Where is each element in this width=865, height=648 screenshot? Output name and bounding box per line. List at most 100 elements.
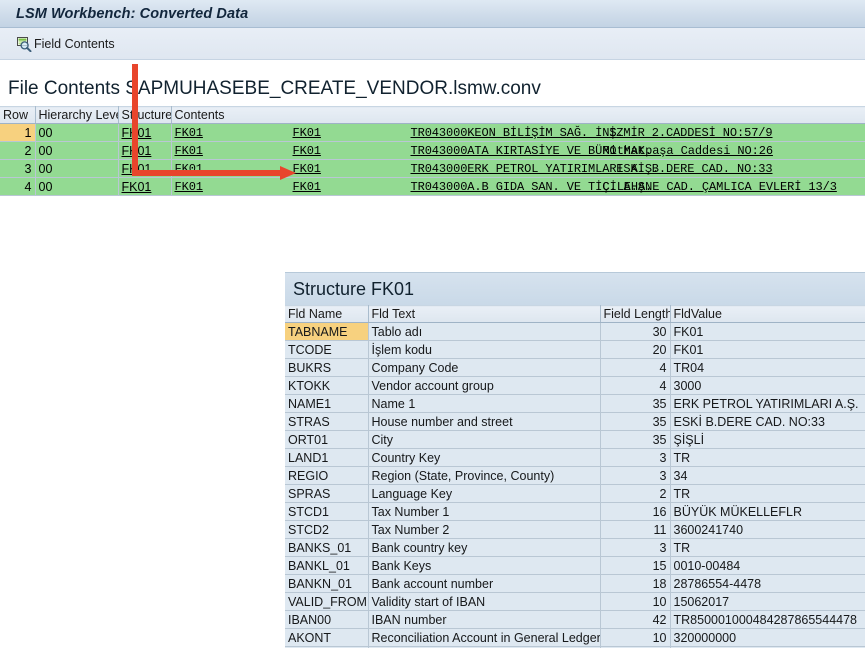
cell-fld-name[interactable]: BANKL_01 xyxy=(285,556,369,575)
table-row[interactable]: BANKS_01 Bank country key 3 TR xyxy=(285,538,865,557)
cell-fld-value[interactable]: 3000 xyxy=(670,376,865,395)
table-row[interactable]: LAND1 Country Key 3 TR xyxy=(285,448,865,467)
cell-fld-value[interactable]: 34 xyxy=(670,466,865,485)
table-row[interactable]: KTOKK Vendor account group 4 3000 xyxy=(285,376,865,395)
cell-field-length[interactable]: 4 xyxy=(600,376,671,395)
cell-fld-value[interactable]: TR xyxy=(670,448,865,467)
table-row[interactable]: VALID_FROM Validity start of IBAN 10 150… xyxy=(285,592,865,611)
cell-fld-name[interactable]: BANKS_01 xyxy=(285,538,369,557)
cell-field-length[interactable]: 35 xyxy=(600,394,671,413)
column-header-fld-text[interactable]: Fld Text xyxy=(368,305,601,323)
cell-fld-name[interactable]: ORT01 xyxy=(285,430,369,449)
column-header-contents[interactable]: Contents xyxy=(171,106,865,124)
cell-contents[interactable]: FK01 FK01 TR043000ATA KIRTASİYE VE BÜRO MA… xyxy=(171,141,865,160)
table-row[interactable]: 1 00 FK01 FK01 FK01 TR043000KEON BİLİŞİM S… xyxy=(0,123,865,142)
column-header-hierarchy-level[interactable]: Hierarchy Level xyxy=(35,106,119,124)
table-row[interactable]: 3 00 FK01 FK01 FK01 TR043000ERK PETROL YAT… xyxy=(0,159,865,178)
table-row[interactable]: STRAS House number and street 35 ESKİ B.… xyxy=(285,412,865,431)
table-row[interactable]: STCD2 Tax Number 2 11 3600241740 xyxy=(285,520,865,539)
cell-fld-name[interactable]: TCODE xyxy=(285,340,369,359)
cell-fld-text[interactable]: Reconciliation Account in General Ledger xyxy=(368,628,601,647)
cell-fld-name[interactable]: STCD1 xyxy=(285,502,369,521)
table-row[interactable]: BANKL_01 Bank Keys 15 0010-00484 xyxy=(285,556,865,575)
cell-fld-name[interactable]: STCD2 xyxy=(285,520,369,539)
cell-fld-value[interactable]: 28786554-4478 xyxy=(670,574,865,593)
table-row[interactable]: BUKRS Company Code 4 TR04 xyxy=(285,358,865,377)
cell-fld-name[interactable]: VALID_FROM xyxy=(285,592,369,611)
cell-fld-name[interactable]: KTOKK xyxy=(285,376,369,395)
cell-contents[interactable]: FK01 FK01 TR043000ERK PETROL YATIRIMLARI A… xyxy=(171,159,865,178)
cell-fld-text[interactable]: Bank Keys xyxy=(368,556,601,575)
cell-fld-text[interactable]: House number and street xyxy=(368,412,601,431)
cell-fld-text[interactable]: IBAN number xyxy=(368,610,601,629)
cell-fld-value[interactable]: 3600241740 xyxy=(670,520,865,539)
cell-fld-name[interactable]: LAND1 xyxy=(285,448,369,467)
cell-field-length[interactable]: 35 xyxy=(600,412,671,431)
cell-fld-text[interactable]: Validity start of IBAN xyxy=(368,592,601,611)
cell-field-length[interactable]: 11 xyxy=(600,520,671,539)
cell-field-length[interactable]: 18 xyxy=(600,574,671,593)
column-header-fld-value[interactable]: FldValue xyxy=(670,305,865,323)
cell-field-length[interactable]: 10 xyxy=(600,592,671,611)
cell-row-number[interactable]: 3 xyxy=(0,159,36,178)
table-row[interactable]: REGIO Region (State, Province, County) 3… xyxy=(285,466,865,485)
cell-structure[interactable]: FK01 xyxy=(118,159,172,178)
cell-fld-value[interactable]: BÜYÜK MÜKELLEFLR xyxy=(670,502,865,521)
cell-fld-text[interactable]: Language Key xyxy=(368,484,601,503)
cell-field-length[interactable]: 10 xyxy=(600,628,671,647)
cell-hierarchy-level[interactable]: 00 xyxy=(35,141,119,160)
table-row[interactable]: IBAN00 IBAN number 42 TR8500010004842878… xyxy=(285,610,865,629)
cell-fld-text[interactable]: Tax Number 2 xyxy=(368,520,601,539)
cell-fld-name[interactable]: REGIO xyxy=(285,466,369,485)
cell-row-number[interactable]: 1 xyxy=(0,123,36,142)
cell-fld-value[interactable]: TR04 xyxy=(670,358,865,377)
cell-field-length[interactable]: 3 xyxy=(600,538,671,557)
cell-field-length[interactable]: 15 xyxy=(600,556,671,575)
cell-fld-name[interactable]: STRAS xyxy=(285,412,369,431)
column-header-fld-name[interactable]: Fld Name xyxy=(285,305,369,323)
cell-row-number[interactable]: 2 xyxy=(0,141,36,160)
cell-fld-text[interactable]: Company Code xyxy=(368,358,601,377)
cell-fld-text[interactable]: City xyxy=(368,430,601,449)
cell-fld-name[interactable]: SPRAS xyxy=(285,484,369,503)
cell-fld-value[interactable]: 15062017 xyxy=(670,592,865,611)
cell-fld-name[interactable]: NAME1 xyxy=(285,394,369,413)
cell-fld-name[interactable]: BANKN_01 xyxy=(285,574,369,593)
column-header-row[interactable]: Row xyxy=(0,106,36,124)
cell-structure[interactable]: FK01 xyxy=(118,123,172,142)
cell-fld-text[interactable]: İşlem kodu xyxy=(368,340,601,359)
cell-fld-text[interactable]: Name 1 xyxy=(368,394,601,413)
cell-field-length[interactable]: 42 xyxy=(600,610,671,629)
cell-fld-value[interactable]: TR850001000484287865544478 xyxy=(670,610,865,629)
table-row[interactable]: BANKN_01 Bank account number 18 28786554… xyxy=(285,574,865,593)
cell-fld-name[interactable]: IBAN00 xyxy=(285,610,369,629)
cell-field-length[interactable]: 35 xyxy=(600,430,671,449)
cell-fld-value[interactable]: ESKİ B.DERE CAD. NO:33 xyxy=(670,412,865,431)
cell-structure[interactable]: FK01 xyxy=(118,141,172,160)
table-row[interactable]: STCD1 Tax Number 1 16 BÜYÜK MÜKELLEFLR xyxy=(285,502,865,521)
cell-fld-text[interactable]: Vendor account group xyxy=(368,376,601,395)
cell-field-length[interactable]: 2 xyxy=(600,484,671,503)
table-row[interactable]: TCODE İşlem kodu 20 FK01 xyxy=(285,340,865,359)
cell-fld-value[interactable]: ŞİŞLİ xyxy=(670,430,865,449)
cell-fld-value[interactable]: FK01 xyxy=(670,340,865,359)
cell-fld-value[interactable]: FK01 xyxy=(670,322,865,341)
table-row[interactable]: SPRAS Language Key 2 TR xyxy=(285,484,865,503)
cell-fld-name[interactable]: TABNAME xyxy=(285,322,369,341)
table-row[interactable]: TABNAME Tablo adı 30 FK01 xyxy=(285,322,865,341)
cell-field-length[interactable]: 30 xyxy=(600,322,671,341)
cell-fld-value[interactable]: 320000000 xyxy=(670,628,865,647)
cell-structure[interactable]: FK01 xyxy=(118,177,172,196)
table-row[interactable]: 4 00 FK01 FK01 FK01 TR043000A.B GIDA SAN. … xyxy=(0,177,865,196)
cell-field-length[interactable]: 16 xyxy=(600,502,671,521)
cell-fld-value[interactable]: 0010-00484 xyxy=(670,556,865,575)
cell-hierarchy-level[interactable]: 00 xyxy=(35,159,119,178)
table-row[interactable]: AKONT Reconciliation Account in General … xyxy=(285,628,865,647)
table-row[interactable]: NAME1 Name 1 35 ERK PETROL YATIRIMLARI A… xyxy=(285,394,865,413)
cell-fld-name[interactable]: AKONT xyxy=(285,628,369,647)
cell-field-length[interactable]: 3 xyxy=(600,448,671,467)
cell-fld-text[interactable]: Country Key xyxy=(368,448,601,467)
field-contents-button[interactable]: Field Contents xyxy=(13,35,118,53)
cell-fld-text[interactable]: Bank country key xyxy=(368,538,601,557)
cell-fld-value[interactable]: TR xyxy=(670,538,865,557)
